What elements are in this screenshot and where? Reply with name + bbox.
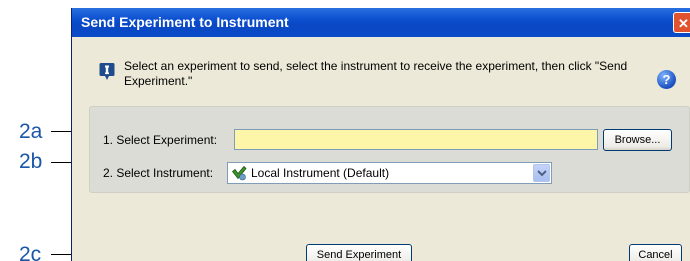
close-icon: ✕ [678,16,689,31]
chevron-down-icon [537,170,547,177]
screenshot-stage: 2a 2b 2c Send Experiment to Instrument ✕… [0,0,690,261]
instruction-text: Select an experiment to send, select the… [124,59,628,88]
callout-2a: 2a [19,120,43,143]
browse-button[interactable]: Browse... [603,129,672,151]
instrument-label: 2. Select Instrument: [103,166,214,180]
checkmark-icon [231,165,247,181]
experiment-field[interactable] [234,129,598,150]
instrument-value: Local Instrument (Default) [251,166,390,180]
callout-2c: 2c [19,243,42,261]
callout-2b: 2b [19,150,43,173]
cancel-button[interactable]: Cancel [629,244,682,261]
send-experiment-button[interactable]: Send Experiment [306,244,412,261]
info-icon [99,63,115,80]
experiment-label: 1. Select Experiment: [103,133,218,147]
help-glyph: ? [662,72,671,87]
send-experiment-dialog: Send Experiment to Instrument ✕ Select a… [71,8,690,261]
selection-panel: 1. Select Experiment: Browse... 2. Selec… [89,106,690,193]
instrument-select[interactable]: Local Instrument (Default) [227,162,552,184]
dialog-titlebar[interactable]: Send Experiment to Instrument ✕ [72,8,690,37]
help-icon[interactable]: ? [657,70,676,89]
dialog-title: Send Experiment to Instrument [81,14,289,30]
dropdown-button[interactable] [533,164,550,182]
close-button[interactable]: ✕ [673,12,690,33]
